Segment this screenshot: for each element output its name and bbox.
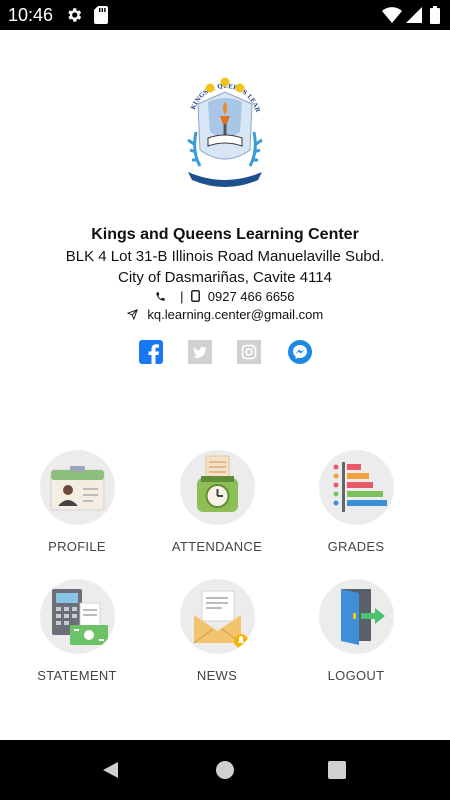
menu-label-logout: LOGOUT — [327, 668, 385, 683]
school-logo: KINGS & QUEENS LEARNING CENTER — [180, 72, 263, 187]
menu-attendance[interactable]: ATTENDANCE — [157, 450, 277, 554]
send-icon — [126, 309, 138, 321]
battery-icon — [430, 6, 440, 24]
organization-name: Kings and Queens Learning Center — [91, 226, 359, 243]
home-screen: KINGS & QUEENS LEARNING CENTER Kings and… — [0, 30, 450, 740]
time-clock-icon — [196, 455, 238, 512]
id-card-icon — [50, 466, 104, 511]
menu-label-news: NEWS — [196, 668, 238, 683]
address-line-2: City of Dasmariñas, Cavite 4114 — [118, 269, 332, 286]
status-time: 10:46 — [8, 5, 54, 25]
back-icon[interactable] — [100, 760, 120, 780]
facebook-icon[interactable] — [139, 340, 163, 364]
mail-envelope-icon — [193, 590, 248, 648]
menu-label-grades: GRADES — [327, 539, 385, 554]
instagram-icon[interactable] — [237, 340, 261, 364]
twitter-icon[interactable] — [188, 340, 212, 364]
exit-door-icon — [340, 589, 385, 645]
navigation-bar — [0, 740, 450, 800]
bar-chart-icon — [333, 462, 387, 512]
home-icon[interactable] — [215, 760, 235, 780]
menu-statement[interactable]: STATEMENT — [17, 579, 137, 683]
mobile-icon — [191, 290, 201, 302]
menu-grades[interactable]: GRADES — [296, 450, 416, 554]
phone-row[interactable]: | 0927 466 6656 — [0, 289, 450, 304]
menu-label-profile: PROFILE — [48, 539, 106, 554]
address-line-1: BLK 4 Lot 31-B Illinois Road Manuelavill… — [65, 248, 385, 265]
status-bar: 10:46 — [0, 0, 450, 30]
menu-profile[interactable]: PROFILE — [17, 450, 137, 554]
attendance-tile[interactable] — [179, 450, 255, 525]
menu-news[interactable]: NEWS — [157, 579, 277, 683]
logout-tile[interactable] — [318, 579, 394, 654]
messenger-icon[interactable] — [288, 340, 312, 364]
calculator-money-icon — [51, 589, 108, 645]
grades-tile[interactable] — [318, 450, 394, 525]
recents-icon[interactable] — [328, 761, 346, 779]
menu-label-statement: STATEMENT — [37, 668, 117, 683]
menu-logout[interactable]: LOGOUT — [296, 579, 416, 683]
email-address: kq.learning.center@gmail.com — [147, 307, 324, 322]
signal-icon — [406, 7, 422, 23]
news-tile[interactable] — [179, 579, 255, 654]
sd-card-icon — [94, 6, 108, 24]
phone-separator: | — [180, 289, 184, 304]
phone-number: 0927 466 6656 — [207, 289, 295, 304]
profile-tile[interactable] — [39, 450, 115, 525]
wifi-icon — [382, 7, 402, 23]
phone-icon — [156, 292, 166, 301]
statement-tile[interactable] — [39, 579, 115, 654]
gear-icon — [68, 8, 82, 22]
menu-label-attendance: ATTENDANCE — [171, 539, 263, 554]
email-row[interactable]: kq.learning.center@gmail.com — [0, 307, 450, 322]
